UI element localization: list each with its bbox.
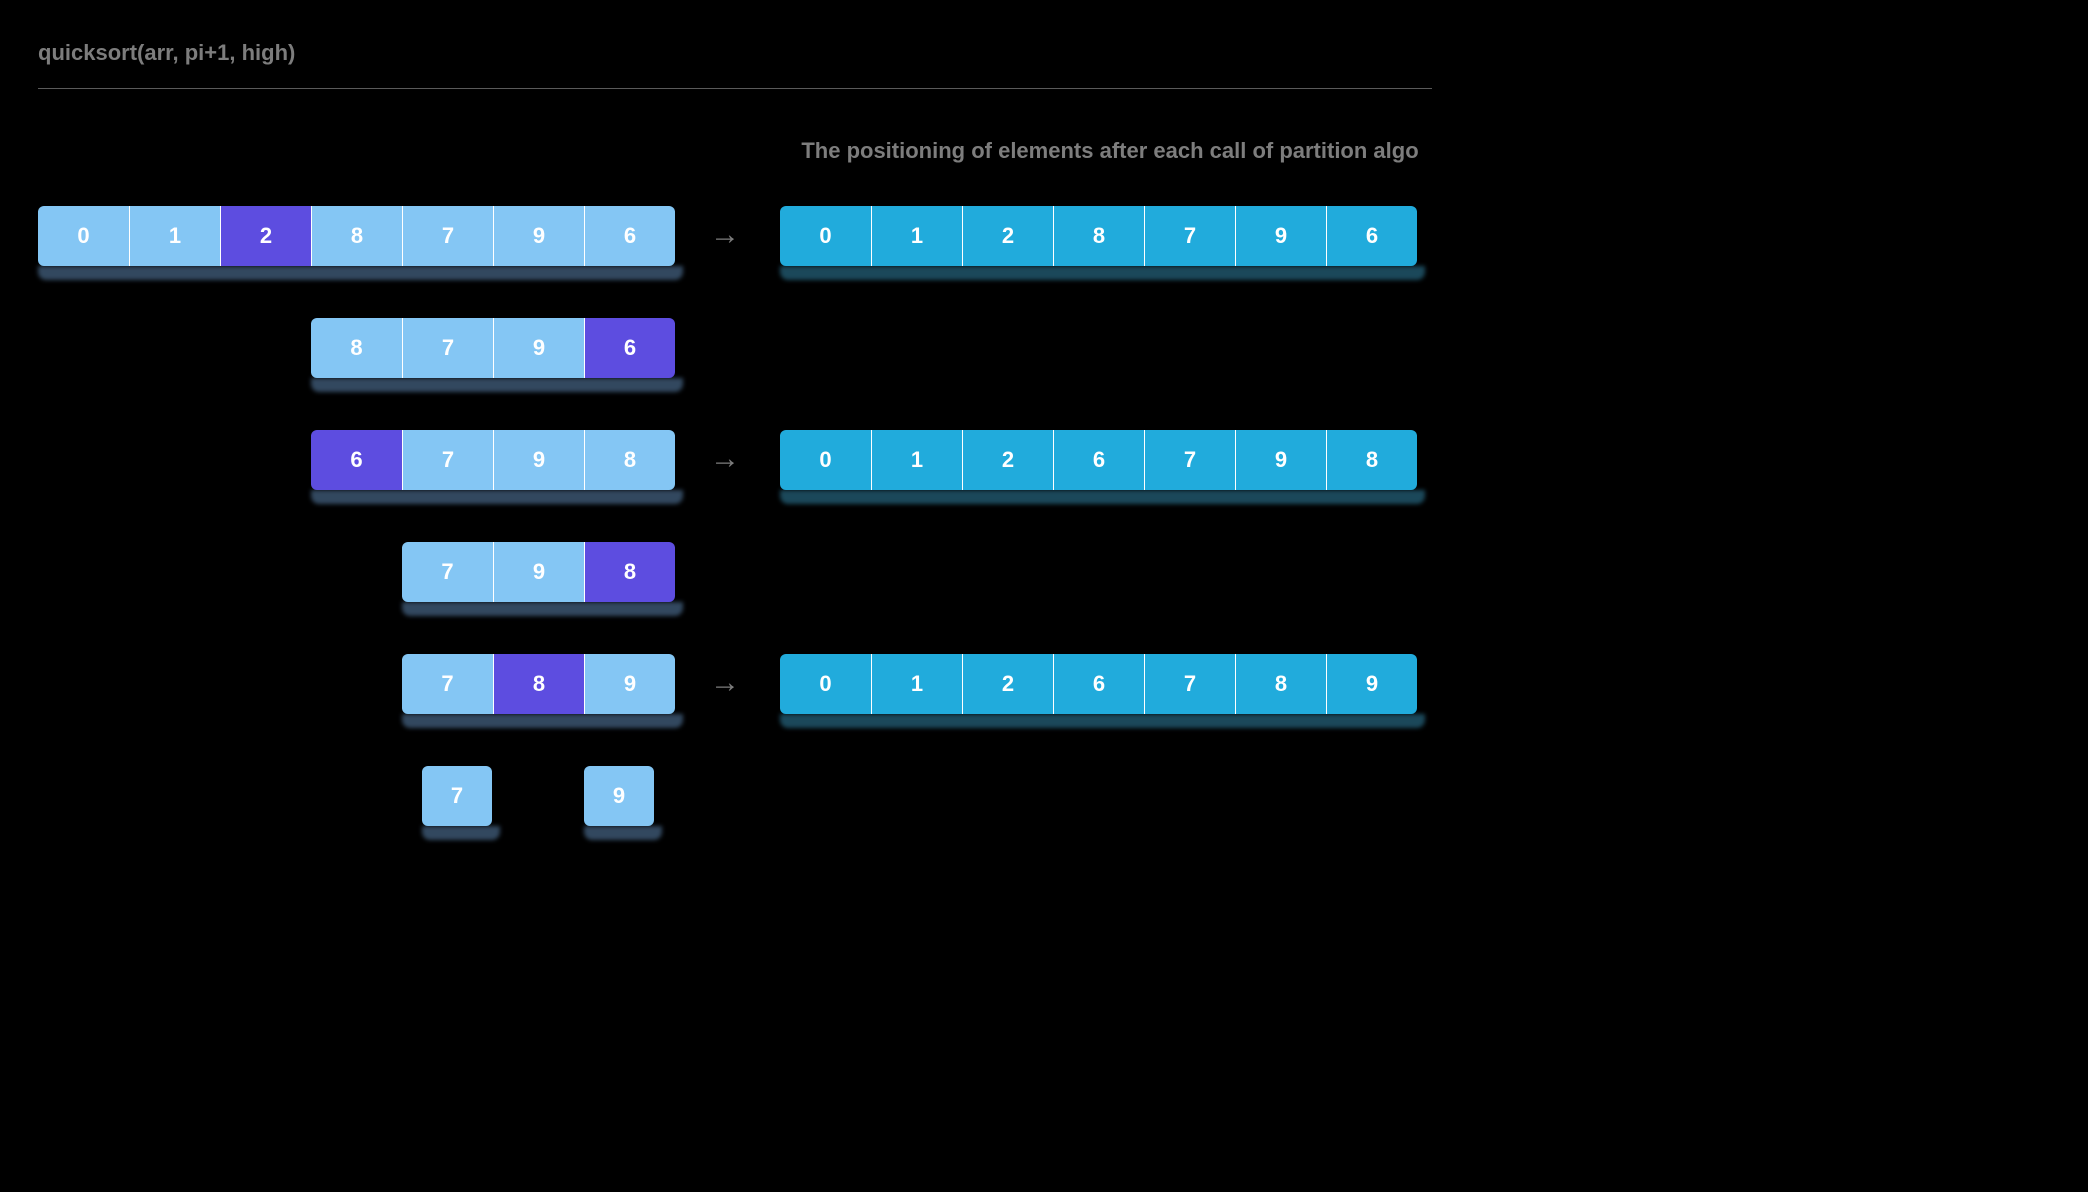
array-cell: 8 [584,430,675,490]
partition-row: 798 [402,542,675,602]
partition-row: 0128796 [38,206,675,266]
array-cell: 9 [1235,430,1326,490]
array-cell: 8 [1326,430,1417,490]
array-cell: 6 [584,206,675,266]
partition-row: 6798 [311,430,675,490]
array-cell: 1 [871,654,962,714]
array-cell: 7 [402,206,493,266]
array-cell: 8 [311,206,402,266]
array-cell: 9 [493,430,584,490]
arrow-right-icon: → [710,218,740,252]
array-cell: 9 [1235,206,1326,266]
arrow-right-icon: → [710,442,740,476]
partition-row: 789 [402,654,675,714]
pivot-cell: 6 [311,430,402,490]
array-cell: 9 [493,542,584,602]
array-cell: 0 [780,206,871,266]
pivot-cell: 8 [584,542,675,602]
leaf-cell-row: 7 [422,766,492,826]
array-cell: 1 [871,430,962,490]
array-cell: 7 [1144,206,1235,266]
array-cell: 0 [780,654,871,714]
array-cell: 7 [402,654,493,714]
array-cell: 6 [1053,430,1144,490]
leaf-cell-row: 9 [584,766,654,826]
result-row: 0126798 [780,430,1417,490]
array-cell: 8 [1235,654,1326,714]
arrow-right-icon: → [710,666,740,700]
array-cell: 7 [402,430,493,490]
result-row: 0128796 [780,206,1417,266]
array-cell: 0 [38,206,129,266]
array-cell: 9 [1326,654,1417,714]
section-heading: quicksort(arr, pi+1, high) [0,0,1470,66]
array-cell: 7 [422,766,492,826]
array-cell: 2 [962,206,1053,266]
array-cell: 1 [871,206,962,266]
array-cell: 7 [1144,654,1235,714]
array-cell: 7 [402,542,493,602]
array-cell: 2 [962,654,1053,714]
divider [38,88,1432,89]
array-cell: 7 [1144,430,1235,490]
array-cell: 2 [962,430,1053,490]
partition-row: 8796 [311,318,675,378]
array-cell: 9 [493,206,584,266]
result-row: 0126789 [780,654,1417,714]
array-cell: 6 [1326,206,1417,266]
array-cell: 9 [584,766,654,826]
array-cell: 8 [1053,206,1144,266]
array-cell: 0 [780,430,871,490]
array-cell: 1 [129,206,220,266]
pivot-cell: 8 [493,654,584,714]
array-cell: 6 [1053,654,1144,714]
pivot-cell: 6 [584,318,675,378]
pivot-cell: 2 [220,206,311,266]
array-cell: 8 [311,318,402,378]
right-caption: The positioning of elements after each c… [780,136,1440,166]
array-cell: 7 [402,318,493,378]
array-cell: 9 [493,318,584,378]
array-cell: 9 [584,654,675,714]
